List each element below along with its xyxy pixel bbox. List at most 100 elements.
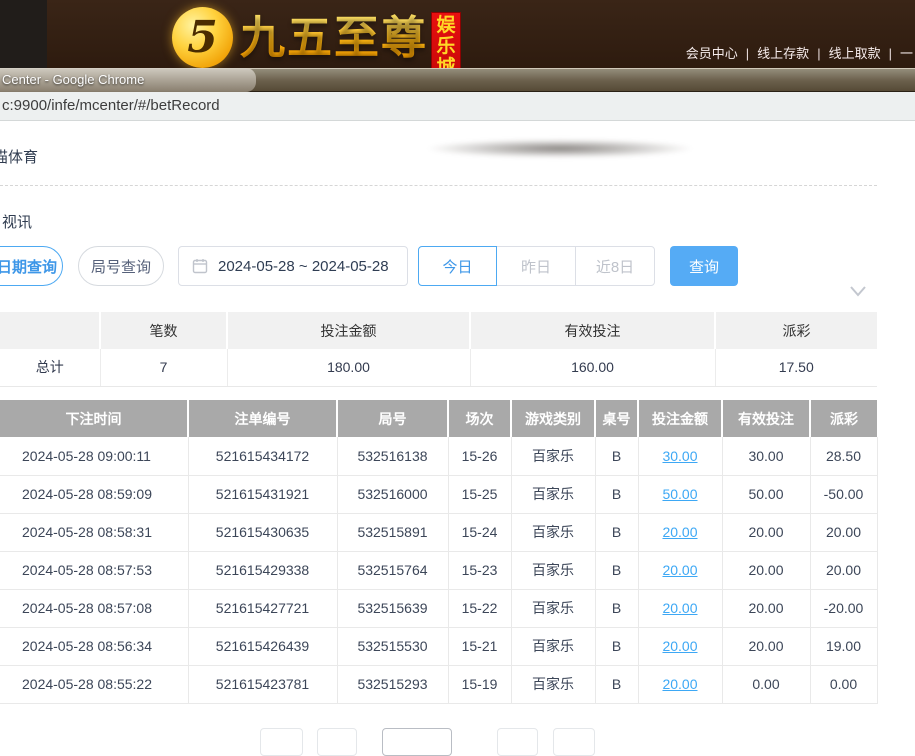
- today-button[interactable]: 今日: [418, 246, 497, 286]
- bet-amount-link[interactable]: 50.00: [662, 486, 697, 502]
- section-sports-label: 猫体育: [0, 146, 38, 167]
- bet-amount-link[interactable]: 20.00: [662, 600, 697, 616]
- background-window-corner: [0, 0, 47, 68]
- game-type-cell: 百家乐: [511, 627, 595, 665]
- date-query-tab-button[interactable]: 日期查询: [0, 246, 63, 286]
- header-payout: 派彩: [810, 400, 877, 437]
- section-divider: [0, 185, 877, 186]
- bet-time-cell: 2024-05-28 09:00:11: [0, 437, 188, 475]
- table-no-cell: B: [595, 589, 638, 627]
- address-bar[interactable]: c:9900/infe/mcenter/#/betRecord: [0, 92, 915, 121]
- nav-cutoff-link[interactable]: 一: [900, 46, 913, 61]
- summary-header-payout: 派彩: [715, 312, 877, 349]
- payout-cell: 19.00: [810, 627, 877, 665]
- header-valid-bet: 有效投注: [722, 400, 810, 437]
- game-type-cell: 百家乐: [511, 475, 595, 513]
- summary-header-blank: [0, 312, 100, 349]
- date-query-label: 日期查询: [0, 256, 57, 277]
- window-titlebar: Center - Google Chrome: [0, 68, 915, 92]
- bet-time-cell: 2024-05-28 08:57:53: [0, 551, 188, 589]
- bet-amount-link[interactable]: 30.00: [662, 448, 697, 464]
- bet-amount-link[interactable]: 20.00: [662, 676, 697, 692]
- session-cell: 15-21: [448, 627, 511, 665]
- payout-cell: 20.00: [810, 551, 877, 589]
- table-no-cell: B: [595, 513, 638, 551]
- bet-record-table: 下注时间 注单编号 局号 场次 游戏类别 桌号 投注金额 有效投注 派彩 202…: [0, 400, 878, 704]
- game-type-cell: 百家乐: [511, 437, 595, 475]
- ribbon-char: 娱: [436, 15, 455, 36]
- bet-amount-link[interactable]: 20.00: [662, 638, 697, 654]
- summary-header-count: 笔数: [100, 312, 227, 349]
- header-game-type: 游戏类别: [511, 400, 595, 437]
- query-button[interactable]: 查询: [670, 246, 738, 286]
- nav-separator: |: [817, 46, 820, 61]
- site-logo-text: 九五至尊: [240, 10, 435, 66]
- nav-online-deposit-link[interactable]: 线上存款: [757, 46, 809, 61]
- section-live-video-label: 视讯: [2, 211, 32, 232]
- ribbon-char: 乐: [436, 36, 455, 57]
- payout-cell: 20.00: [810, 513, 877, 551]
- bet-amount-link[interactable]: 20.00: [662, 524, 697, 540]
- round-query-tab-button[interactable]: 局号查询: [78, 246, 164, 286]
- table-no-cell: B: [595, 665, 638, 703]
- pagination-page-button[interactable]: [317, 728, 357, 756]
- date-range-value: 2024-05-28 ~ 2024-05-28: [218, 258, 389, 275]
- bet-id-cell: 521615427721: [188, 589, 337, 627]
- calendar-icon: [192, 258, 208, 274]
- game-type-cell: 百家乐: [511, 589, 595, 627]
- payout-cell: 0.00: [810, 665, 877, 703]
- section-live-video-accordion[interactable]: 视讯: [0, 203, 915, 237]
- round-no-cell: 532515530: [337, 627, 448, 665]
- valid-bet-cell: 30.00: [722, 437, 810, 475]
- round-no-cell: 532515293: [337, 665, 448, 703]
- bet-time-cell: 2024-05-28 08:55:22: [0, 665, 188, 703]
- header-table-no: 桌号: [595, 400, 638, 437]
- pagination-page-input[interactable]: [382, 728, 452, 756]
- bet-id-cell: 521615434172: [188, 437, 337, 475]
- header-round-no: 局号: [337, 400, 448, 437]
- bet-header-row: 下注时间 注单编号 局号 场次 游戏类别 桌号 投注金额 有效投注 派彩: [0, 400, 877, 437]
- table-no-cell: B: [595, 475, 638, 513]
- bet-amount-link[interactable]: 20.00: [662, 562, 697, 578]
- bet-id-cell: 521615430635: [188, 513, 337, 551]
- session-cell: 15-23: [448, 551, 511, 589]
- table-no-cell: B: [595, 627, 638, 665]
- bet-time-cell: 2024-05-28 08:59:09: [0, 475, 188, 513]
- bet-row: 2024-05-28 08:58:31 521615430635 5325158…: [0, 513, 877, 551]
- summary-total-payout: 17.50: [715, 349, 877, 386]
- bet-time-cell: 2024-05-28 08:56:34: [0, 627, 188, 665]
- payout-cell: -20.00: [810, 589, 877, 627]
- bet-row: 2024-05-28 08:56:34 521615426439 5325155…: [0, 627, 877, 665]
- table-no-cell: B: [595, 437, 638, 475]
- valid-bet-cell: 50.00: [722, 475, 810, 513]
- summary-header-bet-amount: 投注金额: [227, 312, 470, 349]
- pagination-prev-button[interactable]: [260, 728, 303, 756]
- bet-id-cell: 521615431921: [188, 475, 337, 513]
- nav-separator: |: [889, 46, 892, 61]
- logo-95-icon: 5: [172, 7, 233, 68]
- pagination-next-button[interactable]: [553, 728, 595, 756]
- today-label: 今日: [442, 256, 472, 277]
- yesterday-button[interactable]: 昨日: [496, 246, 576, 286]
- date-range-input[interactable]: 2024-05-28 ~ 2024-05-28: [178, 246, 408, 286]
- pagination-page-button[interactable]: [497, 728, 538, 756]
- round-no-cell: 532515639: [337, 589, 448, 627]
- summary-total-label: 总计: [0, 349, 100, 386]
- nav-separator: |: [746, 46, 749, 61]
- bet-row: 2024-05-28 08:57:53 521615429338 5325157…: [0, 551, 877, 589]
- header-bet-time: 下注时间: [0, 400, 188, 437]
- summary-header-valid-bet: 有效投注: [470, 312, 715, 349]
- nav-member-center-link[interactable]: 会员中心: [686, 46, 738, 61]
- bet-row: 2024-05-28 09:00:11 521615434172 5325161…: [0, 437, 877, 475]
- summary-total-valid-bet: 160.00: [470, 349, 715, 386]
- session-cell: 15-19: [448, 665, 511, 703]
- valid-bet-cell: 20.00: [722, 627, 810, 665]
- last-8-days-button[interactable]: 近8日: [575, 246, 655, 286]
- summary-header-row: 笔数 投注金额 有效投注 派彩: [0, 312, 877, 349]
- round-no-cell: 532515764: [337, 551, 448, 589]
- session-cell: 15-25: [448, 475, 511, 513]
- bet-id-cell: 521615429338: [188, 551, 337, 589]
- nav-online-withdraw-link[interactable]: 线上取款: [829, 46, 881, 61]
- summary-table: 笔数 投注金额 有效投注 派彩 总计 7 180.00 160.00 17.50: [0, 312, 877, 387]
- top-nav-links: 会员中心 | 线上存款 | 线上取款 | 一: [686, 43, 913, 62]
